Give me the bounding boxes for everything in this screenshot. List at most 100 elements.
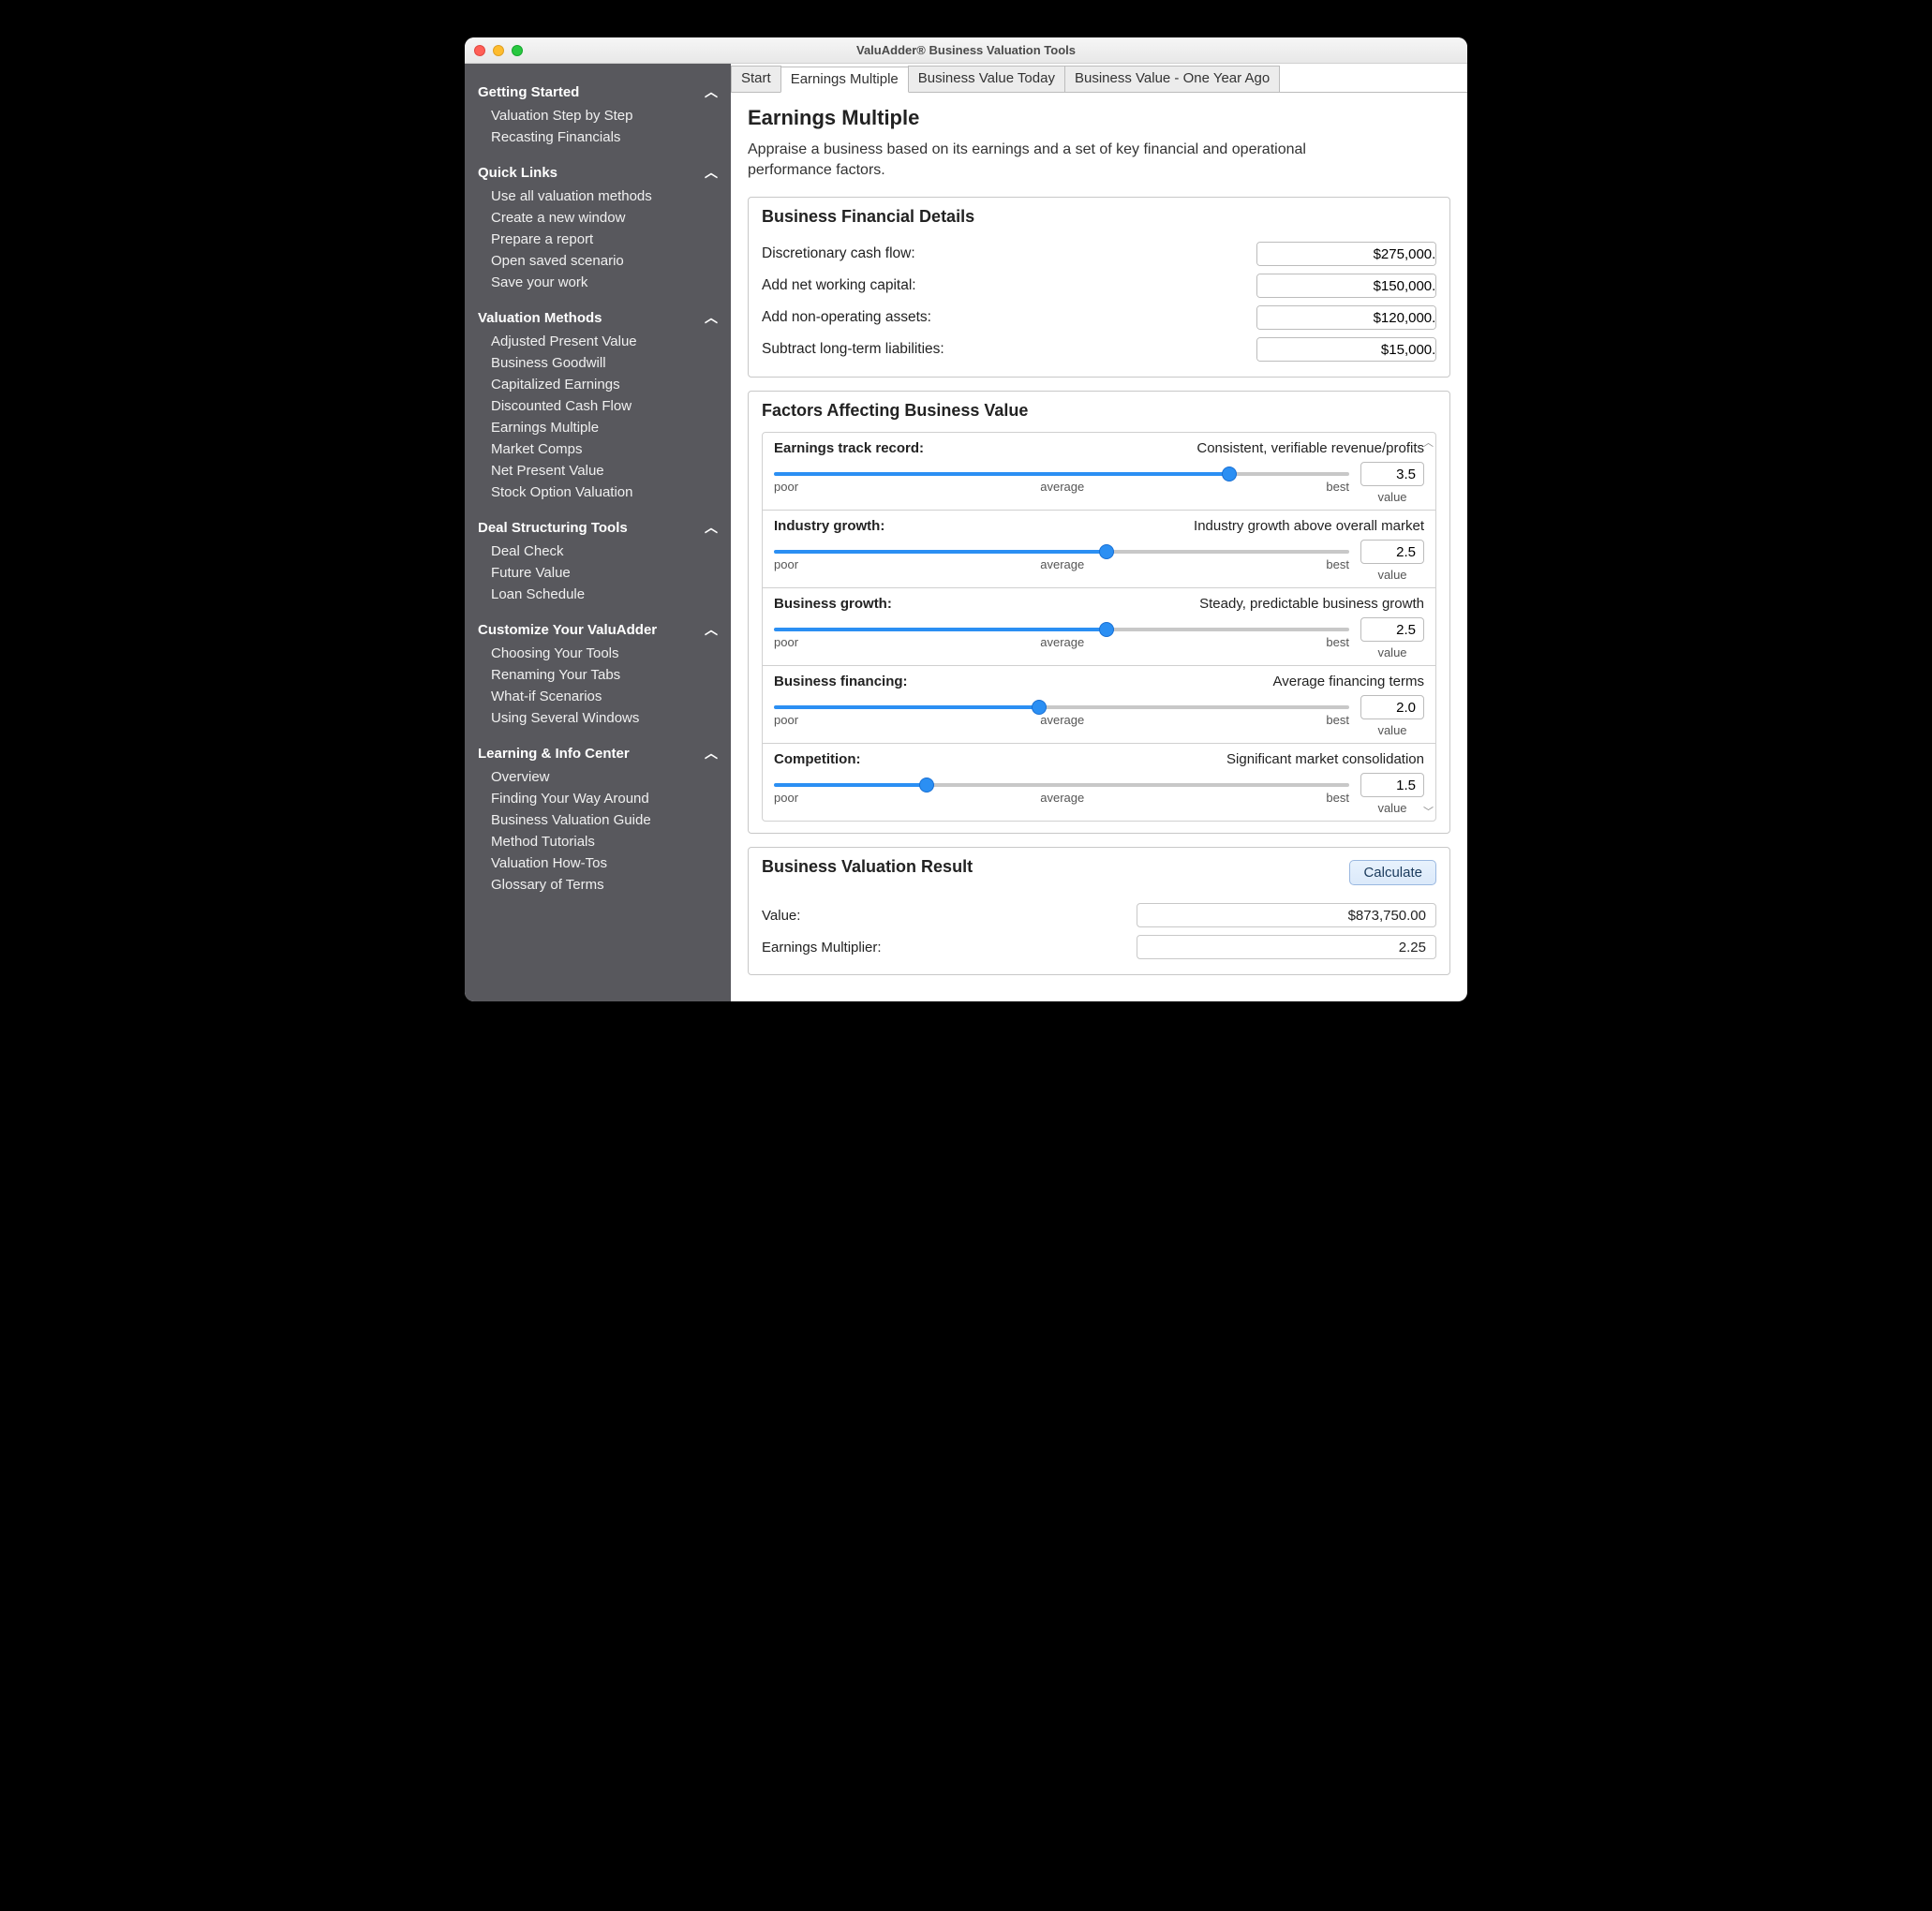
sidebar-item[interactable]: Open saved scenario [474, 250, 721, 272]
factor-value-box[interactable] [1360, 695, 1424, 719]
factor-value-input[interactable] [1361, 541, 1423, 563]
factor-slider[interactable] [774, 783, 1349, 787]
factor-slider[interactable] [774, 472, 1349, 476]
slider-max-label: best [1326, 791, 1349, 805]
result-panel: Business Valuation Result Calculate Valu… [748, 847, 1450, 975]
factor-value-input[interactable] [1361, 774, 1423, 796]
sidebar-item[interactable]: Discounted Cash Flow [474, 395, 721, 417]
currency-stepper[interactable]: ▲▼ [1256, 274, 1436, 298]
value-label: value [1377, 801, 1406, 815]
sidebar-section-label: Customize Your ValuAdder [478, 622, 657, 638]
factor-value-input[interactable] [1361, 463, 1423, 485]
factor-description: Steady, predictable business growth [1190, 596, 1424, 612]
field-label: Subtract long-term liabilities: [762, 341, 944, 358]
slider-mid-label: average [1040, 791, 1084, 805]
currency-stepper[interactable]: ▲▼ [1256, 242, 1436, 266]
sidebar-section-head[interactable]: Learning & Info Center ︿ [474, 736, 721, 766]
sidebar-item[interactable]: Prepare a report [474, 229, 721, 250]
factor-value-box[interactable] [1360, 617, 1424, 642]
sidebar-item[interactable]: Stock Option Valuation [474, 481, 721, 503]
sidebar-item[interactable]: Loan Schedule [474, 584, 721, 605]
factor-slider[interactable] [774, 705, 1349, 709]
sidebar-item[interactable]: Future Value [474, 562, 721, 584]
sidebar-item[interactable]: Create a new window [474, 207, 721, 229]
currency-stepper[interactable]: ▲▼ [1256, 305, 1436, 330]
sidebar-item[interactable]: Market Comps [474, 438, 721, 460]
sidebar-item[interactable]: Choosing Your Tools [474, 643, 721, 664]
sidebar-section-head[interactable]: Valuation Methods︿ [474, 301, 721, 331]
sidebar-item[interactable]: Renaming Your Tabs [474, 664, 721, 686]
factor-name: Business growth: [774, 596, 892, 612]
factor-value-box[interactable] [1360, 462, 1424, 486]
sidebar-item[interactable]: Business Goodwill [474, 352, 721, 374]
financial-row: Discretionary cash flow: ▲▼ [762, 238, 1436, 270]
factor-name: Business financing: [774, 674, 908, 689]
field-label: Add net working capital: [762, 277, 916, 294]
chevron-up-icon: ︿ [705, 308, 718, 327]
sidebar-item[interactable]: Valuation How-Tos [474, 852, 721, 874]
factor-value-input[interactable] [1361, 618, 1423, 641]
financial-panel-title: Business Financial Details [762, 207, 1436, 227]
factor-value-box[interactable] [1360, 773, 1424, 797]
tab[interactable]: Start [731, 66, 781, 92]
currency-input[interactable] [1257, 338, 1436, 361]
chevron-up-icon: ︿ [705, 620, 718, 639]
sidebar-item[interactable]: Earnings Multiple [474, 417, 721, 438]
scroll-up-icon: ︿ [1423, 435, 1434, 450]
currency-input[interactable] [1257, 243, 1436, 265]
sidebar-item[interactable]: Valuation Step by Step [474, 105, 721, 126]
sidebar-section-label: Quick Links [478, 165, 557, 181]
result-panel-title: Business Valuation Result [762, 857, 973, 877]
sidebar-item[interactable]: Glossary of Terms [474, 874, 721, 896]
factor-description: Industry growth above overall market [1184, 518, 1424, 534]
factor-row: Earnings track record: Consistent, verifi… [763, 433, 1435, 511]
content: Earnings Multiple Appraise a business ba… [731, 93, 1467, 1001]
field-label: Discretionary cash flow: [762, 245, 915, 262]
slider-max-label: best [1326, 713, 1349, 727]
sidebar-item[interactable]: Net Present Value [474, 460, 721, 481]
sidebar-item[interactable]: Business Valuation Guide [474, 809, 721, 831]
sidebar-item[interactable]: Overview [474, 766, 721, 788]
result-label: Earnings Multiplier: [762, 940, 882, 956]
currency-stepper[interactable]: ▲▼ [1256, 337, 1436, 362]
result-row: Value:$873,750.00 [762, 899, 1436, 931]
sidebar-item[interactable]: Capitalized Earnings [474, 374, 721, 395]
sidebar-section-head[interactable]: Getting Started︿ [474, 75, 721, 105]
factor-slider[interactable] [774, 550, 1349, 554]
tab[interactable]: Business Value - One Year Ago [1064, 66, 1280, 92]
value-label: value [1377, 645, 1406, 659]
sidebar-section-label: Learning & Info Center [478, 746, 630, 762]
factor-row: Industry growth:Industry growth above ov… [763, 511, 1435, 588]
factor-slider[interactable] [774, 628, 1349, 631]
factors-scroll[interactable]: ︿ ﹀ Earnings track record:Consistent, ve… [762, 432, 1436, 822]
factor-description: Consistent, verifiable revenue/profits [1187, 440, 1424, 456]
sidebar-section-label: Getting Started [478, 84, 579, 100]
sidebar-item[interactable]: Using Several Windows [474, 707, 721, 729]
sidebar-item[interactable]: Save your work [474, 272, 721, 293]
factor-row: Competition:Significant market consolida… [763, 744, 1435, 821]
sidebar-section-head[interactable]: Quick Links ︿ [474, 156, 721, 185]
sidebar-item[interactable]: What-if Scenarios [474, 686, 721, 707]
currency-input[interactable] [1257, 306, 1436, 329]
chevron-up-icon: ︿ [705, 518, 718, 537]
chevron-up-icon: ︿ [705, 163, 718, 182]
tab[interactable]: Business Value Today [908, 66, 1065, 92]
value-label: value [1377, 723, 1406, 737]
sidebar-item[interactable]: Adjusted Present Value [474, 331, 721, 352]
calculate-button[interactable]: Calculate [1349, 860, 1436, 885]
factor-name: Earnings track record: [774, 440, 924, 456]
sidebar-item[interactable]: Use all valuation methods [474, 185, 721, 207]
tab[interactable]: Earnings Multiple [780, 67, 909, 93]
factor-value-box[interactable] [1360, 540, 1424, 564]
sidebar-item[interactable]: Finding Your Way Around [474, 788, 721, 809]
factor-value-input[interactable] [1361, 696, 1423, 718]
sidebar-section-head[interactable]: Customize Your ValuAdder ︿ [474, 613, 721, 643]
chevron-up-icon: ︿ [705, 744, 718, 763]
page-lead: Appraise a business based on its earning… [748, 140, 1347, 180]
sidebar-section-head[interactable]: Deal Structuring Tools︿ [474, 511, 721, 541]
currency-input[interactable] [1257, 274, 1436, 297]
slider-min-label: poor [774, 557, 798, 571]
sidebar-item[interactable]: Recasting Financials [474, 126, 721, 148]
sidebar-item[interactable]: Method Tutorials [474, 831, 721, 852]
sidebar-item[interactable]: Deal Check [474, 541, 721, 562]
